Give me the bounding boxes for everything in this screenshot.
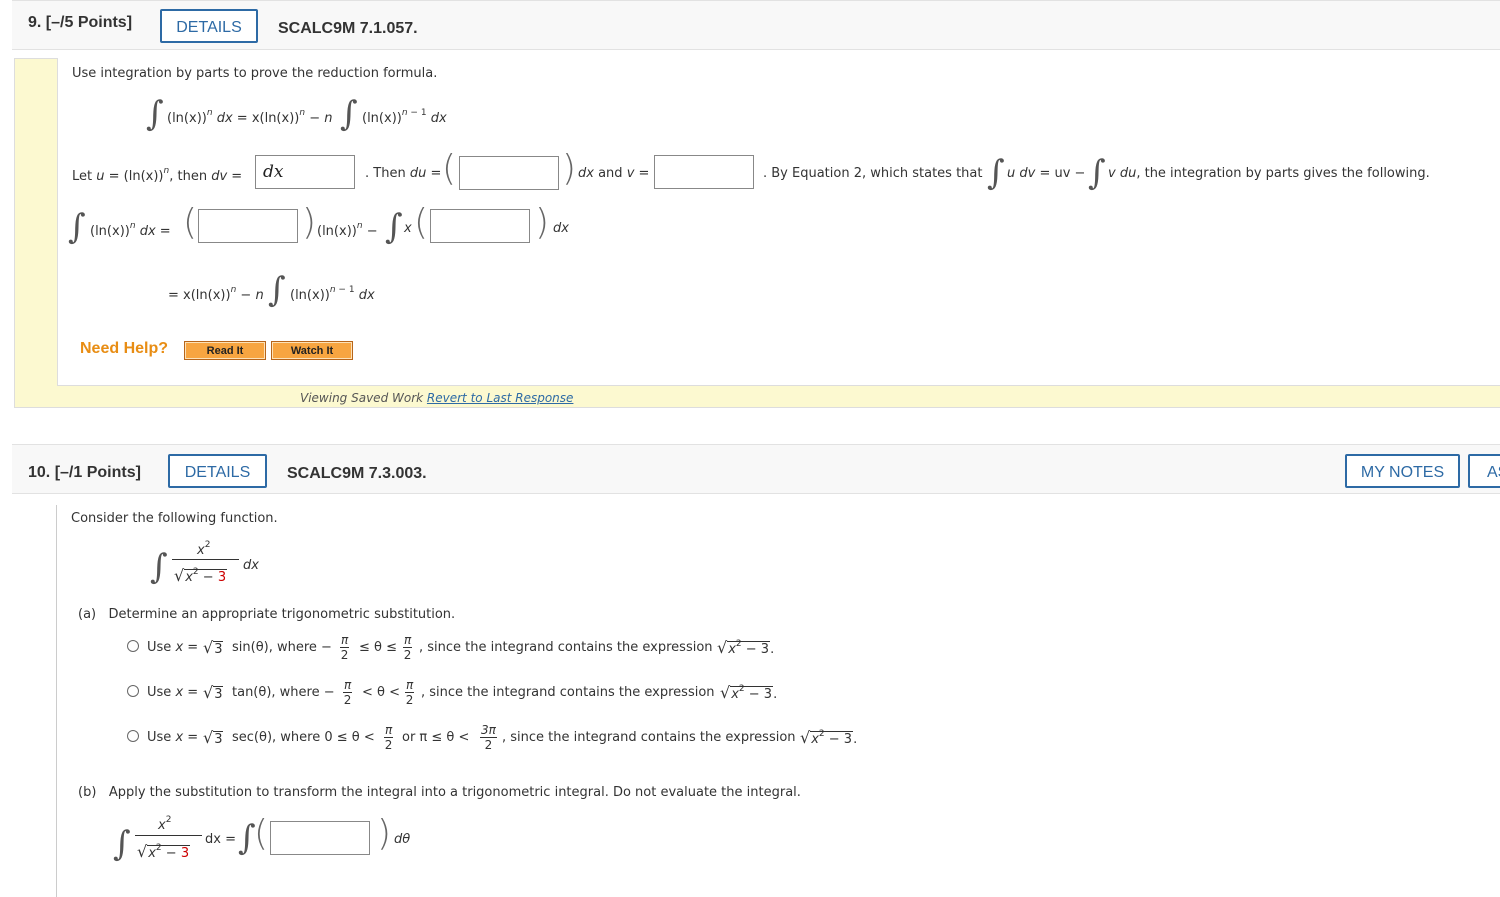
option-tan-mid: < θ < (362, 685, 401, 700)
radio-option-tan[interactable] (127, 685, 139, 697)
question-code: SCALC9M 7.3.003. (287, 465, 427, 482)
need-help-label: Need Help? (80, 340, 169, 357)
open-paren: ( (183, 202, 198, 243)
option-tan-expr: √x2 − 3. (720, 683, 778, 702)
question-number: 9. (28, 14, 42, 31)
integral-sign: ∫ (1088, 153, 1106, 193)
part-b-text: (b) Apply the substitution to transform … (78, 785, 801, 800)
option-tan-tail: , since the integrand contains the expre… (421, 685, 715, 700)
question-points: [–/1 Points] (54, 464, 141, 481)
dx-and-v-text: dx and v = (578, 166, 650, 181)
fraction-pi-over-2: π2 (403, 633, 413, 662)
line2-answer-field-2[interactable] (430, 209, 530, 243)
option-tan-sqrt3: √3 (203, 683, 224, 702)
option-sin-expr: √x2 − 3. (717, 638, 775, 657)
watch-it-button[interactable]: Watch It (271, 341, 353, 360)
question-10-body-border (56, 505, 57, 897)
let-u-text: Let u = (ln(x))n, then dv = (72, 166, 243, 184)
details-button[interactable]: DETAILS (168, 454, 267, 488)
option-sin-tail: , since the integrand contains the expre… (419, 640, 713, 655)
dv-value: dx (263, 162, 284, 182)
line2-middle: (ln(x))n − (317, 221, 378, 239)
open-paren: ( (442, 148, 457, 189)
option-sec-expr: √x2 − 3. (800, 728, 858, 747)
saved-work-note: Viewing Saved Work Revert to Last Respon… (300, 391, 573, 405)
instruction-text: Use integration by parts to prove the re… (72, 66, 438, 81)
by-equation-text: . By Equation 2, which states that (763, 166, 983, 181)
part-a-text: (a) Determine an appropriate trigonometr… (78, 607, 456, 622)
option-sec-tail: , since the integrand contains the expre… (502, 730, 796, 745)
option-sin-sqrt3: √3 (203, 638, 224, 657)
integral-sign: ∫ (146, 94, 164, 134)
option-tan-fn: tan(θ), where − (232, 685, 335, 700)
open-paren: ( (414, 202, 429, 243)
b-dx-eq: dx = (205, 832, 236, 847)
fraction-pi-over-2: π2 (405, 678, 415, 707)
integral-sign: ∫ (113, 824, 131, 864)
question-9-number: 9. [–/5 Points] (28, 14, 132, 32)
fraction-pi-over-2: π2 (343, 678, 353, 707)
option-tan-text-a: Use x = (147, 685, 199, 700)
question-points: [–/5 Points] (45, 14, 133, 31)
fraction-pi-over-2: π2 (384, 723, 394, 752)
line2-x: x (404, 221, 412, 236)
reduction-formula-rhs: (ln(x))n − 1 dx (362, 108, 447, 126)
b-denominator: √x2 − 3 (137, 842, 191, 861)
integrand-denominator: √x2 − 3 (174, 566, 228, 585)
question-10-number: 10. [–/1 Points] (28, 464, 141, 482)
option-sec-text-a: Use x = (147, 730, 199, 745)
option-sec-mid: or π ≤ θ < (402, 730, 470, 745)
instruction-text: Consider the following function. (71, 511, 278, 526)
equation-2-end: v du, the integration by parts gives the… (1108, 166, 1430, 181)
integral-sign: ∫ (68, 207, 86, 247)
read-it-button[interactable]: Read It (184, 341, 266, 360)
reduction-formula: (ln(x))n dx = x(ln(x))n − n (167, 108, 333, 126)
b-dtheta: dθ (394, 832, 411, 847)
option-sin-mid: ≤ θ ≤ (359, 640, 398, 655)
integral-sign: ∫ (268, 270, 286, 310)
integral-sign: ∫ (385, 207, 403, 247)
equation-2-text: u dv = uv − (1007, 166, 1086, 181)
b-numerator: x2 (158, 815, 172, 833)
fraction-pi-over-2: π2 (340, 633, 350, 662)
fraction-bar (172, 559, 239, 560)
close-paren: ) (562, 148, 577, 189)
line3-rhs: (ln(x))n − 1 dx (290, 285, 375, 303)
question-number: 10. (28, 464, 51, 481)
du-answer-field[interactable] (459, 156, 559, 190)
integral-sign: ∫ (987, 153, 1005, 193)
integral-sign: ∫ (340, 94, 358, 134)
line2-dx: dx (553, 221, 569, 236)
close-paren: ) (377, 813, 392, 854)
option-sin-fn: sin(θ), where − (232, 640, 332, 655)
option-sin-text-a: Use x = (147, 640, 199, 655)
details-button[interactable]: DETAILS (160, 9, 258, 43)
radio-option-sec[interactable] (127, 730, 139, 742)
question-code: SCALC9M 7.1.057. (278, 20, 418, 37)
fraction-3pi-over-2: 3π 2 (480, 723, 497, 752)
line2-lhs: (ln(x))n dx = (90, 221, 171, 239)
line2-answer-field-1[interactable] (198, 209, 298, 243)
integrand-numerator: x2 (197, 540, 211, 558)
integrand-dx: dx (243, 558, 259, 573)
b-answer-field[interactable] (270, 821, 370, 855)
ask-button[interactable]: AS (1468, 454, 1500, 488)
viewing-saved-text: Viewing Saved Work (300, 391, 424, 405)
my-notes-button[interactable]: MY NOTES (1345, 454, 1460, 488)
integral-sign: ∫ (150, 547, 168, 587)
then-du-text: . Then du = (365, 166, 442, 181)
revert-link[interactable]: Revert to Last Response (427, 391, 574, 405)
close-paren: ) (302, 202, 317, 243)
open-paren: ( (254, 813, 269, 854)
dv-answer-field[interactable]: dx (255, 155, 355, 189)
option-sec-fn: sec(θ), where 0 ≤ θ < (232, 730, 375, 745)
v-answer-field[interactable] (654, 155, 754, 189)
radio-option-sin[interactable] (127, 640, 139, 652)
close-paren: ) (535, 202, 550, 243)
fraction-bar (135, 835, 202, 836)
line3-text: = x(ln(x))n − n (168, 285, 264, 303)
option-sec-sqrt3: √3 (203, 728, 224, 747)
